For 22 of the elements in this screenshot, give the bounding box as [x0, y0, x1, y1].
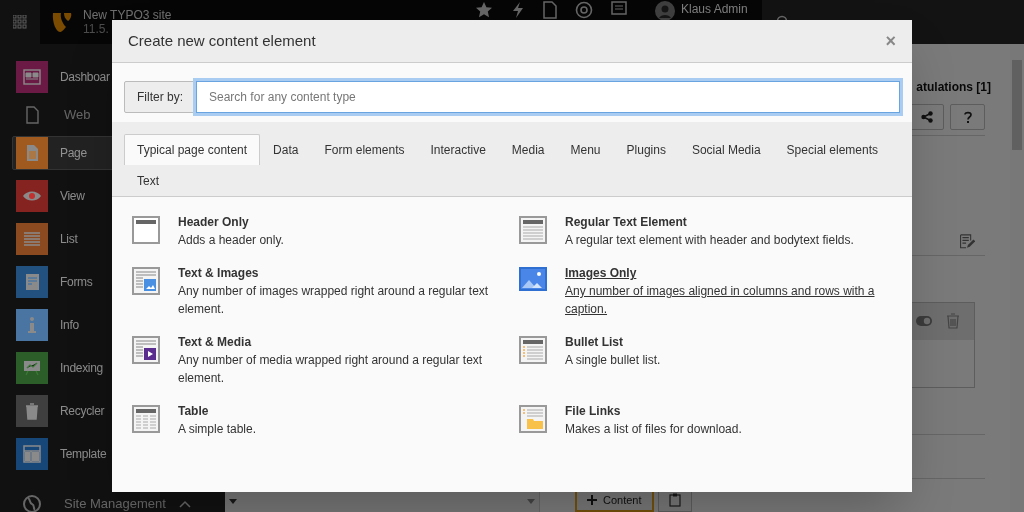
item-title: Table — [178, 403, 210, 420]
item-title: Images Only — [565, 265, 638, 282]
item-description: A single bullet list. — [565, 352, 661, 369]
item-description: Adds a header only. — [178, 232, 284, 249]
item-description: A simple table. — [178, 421, 257, 438]
page-title: atulations [1] — [916, 79, 991, 96]
dialog-title: Create new content element — [128, 30, 316, 51]
item-description: Any number of media wrapped right around a regular text element. — [178, 352, 484, 387]
item-description: Any number of images aligned in columns and rows with a caption. — [565, 283, 876, 318]
item-description: Makes a list of files for download. — [565, 421, 742, 438]
item-title: Text & Images — [178, 265, 260, 282]
item-title: File Links — [565, 403, 622, 420]
item-description: A regular text element with header and bodytext fields. — [565, 232, 854, 249]
item-description: Any number of images wrapped right around a regular text element. — [178, 283, 490, 318]
item-title: Bullet List — [565, 334, 624, 351]
item-title: Text & Media — [178, 334, 253, 351]
item-title: Header Only — [178, 214, 250, 231]
version-label: 11.5. — [83, 22, 109, 36]
item-title: Regular Text Element — [565, 214, 688, 231]
filter-label: Filter by: — [124, 81, 196, 113]
site-name: New TYPO3 site — [83, 8, 172, 22]
user-name: Klaus Admin — [681, 2, 748, 16]
